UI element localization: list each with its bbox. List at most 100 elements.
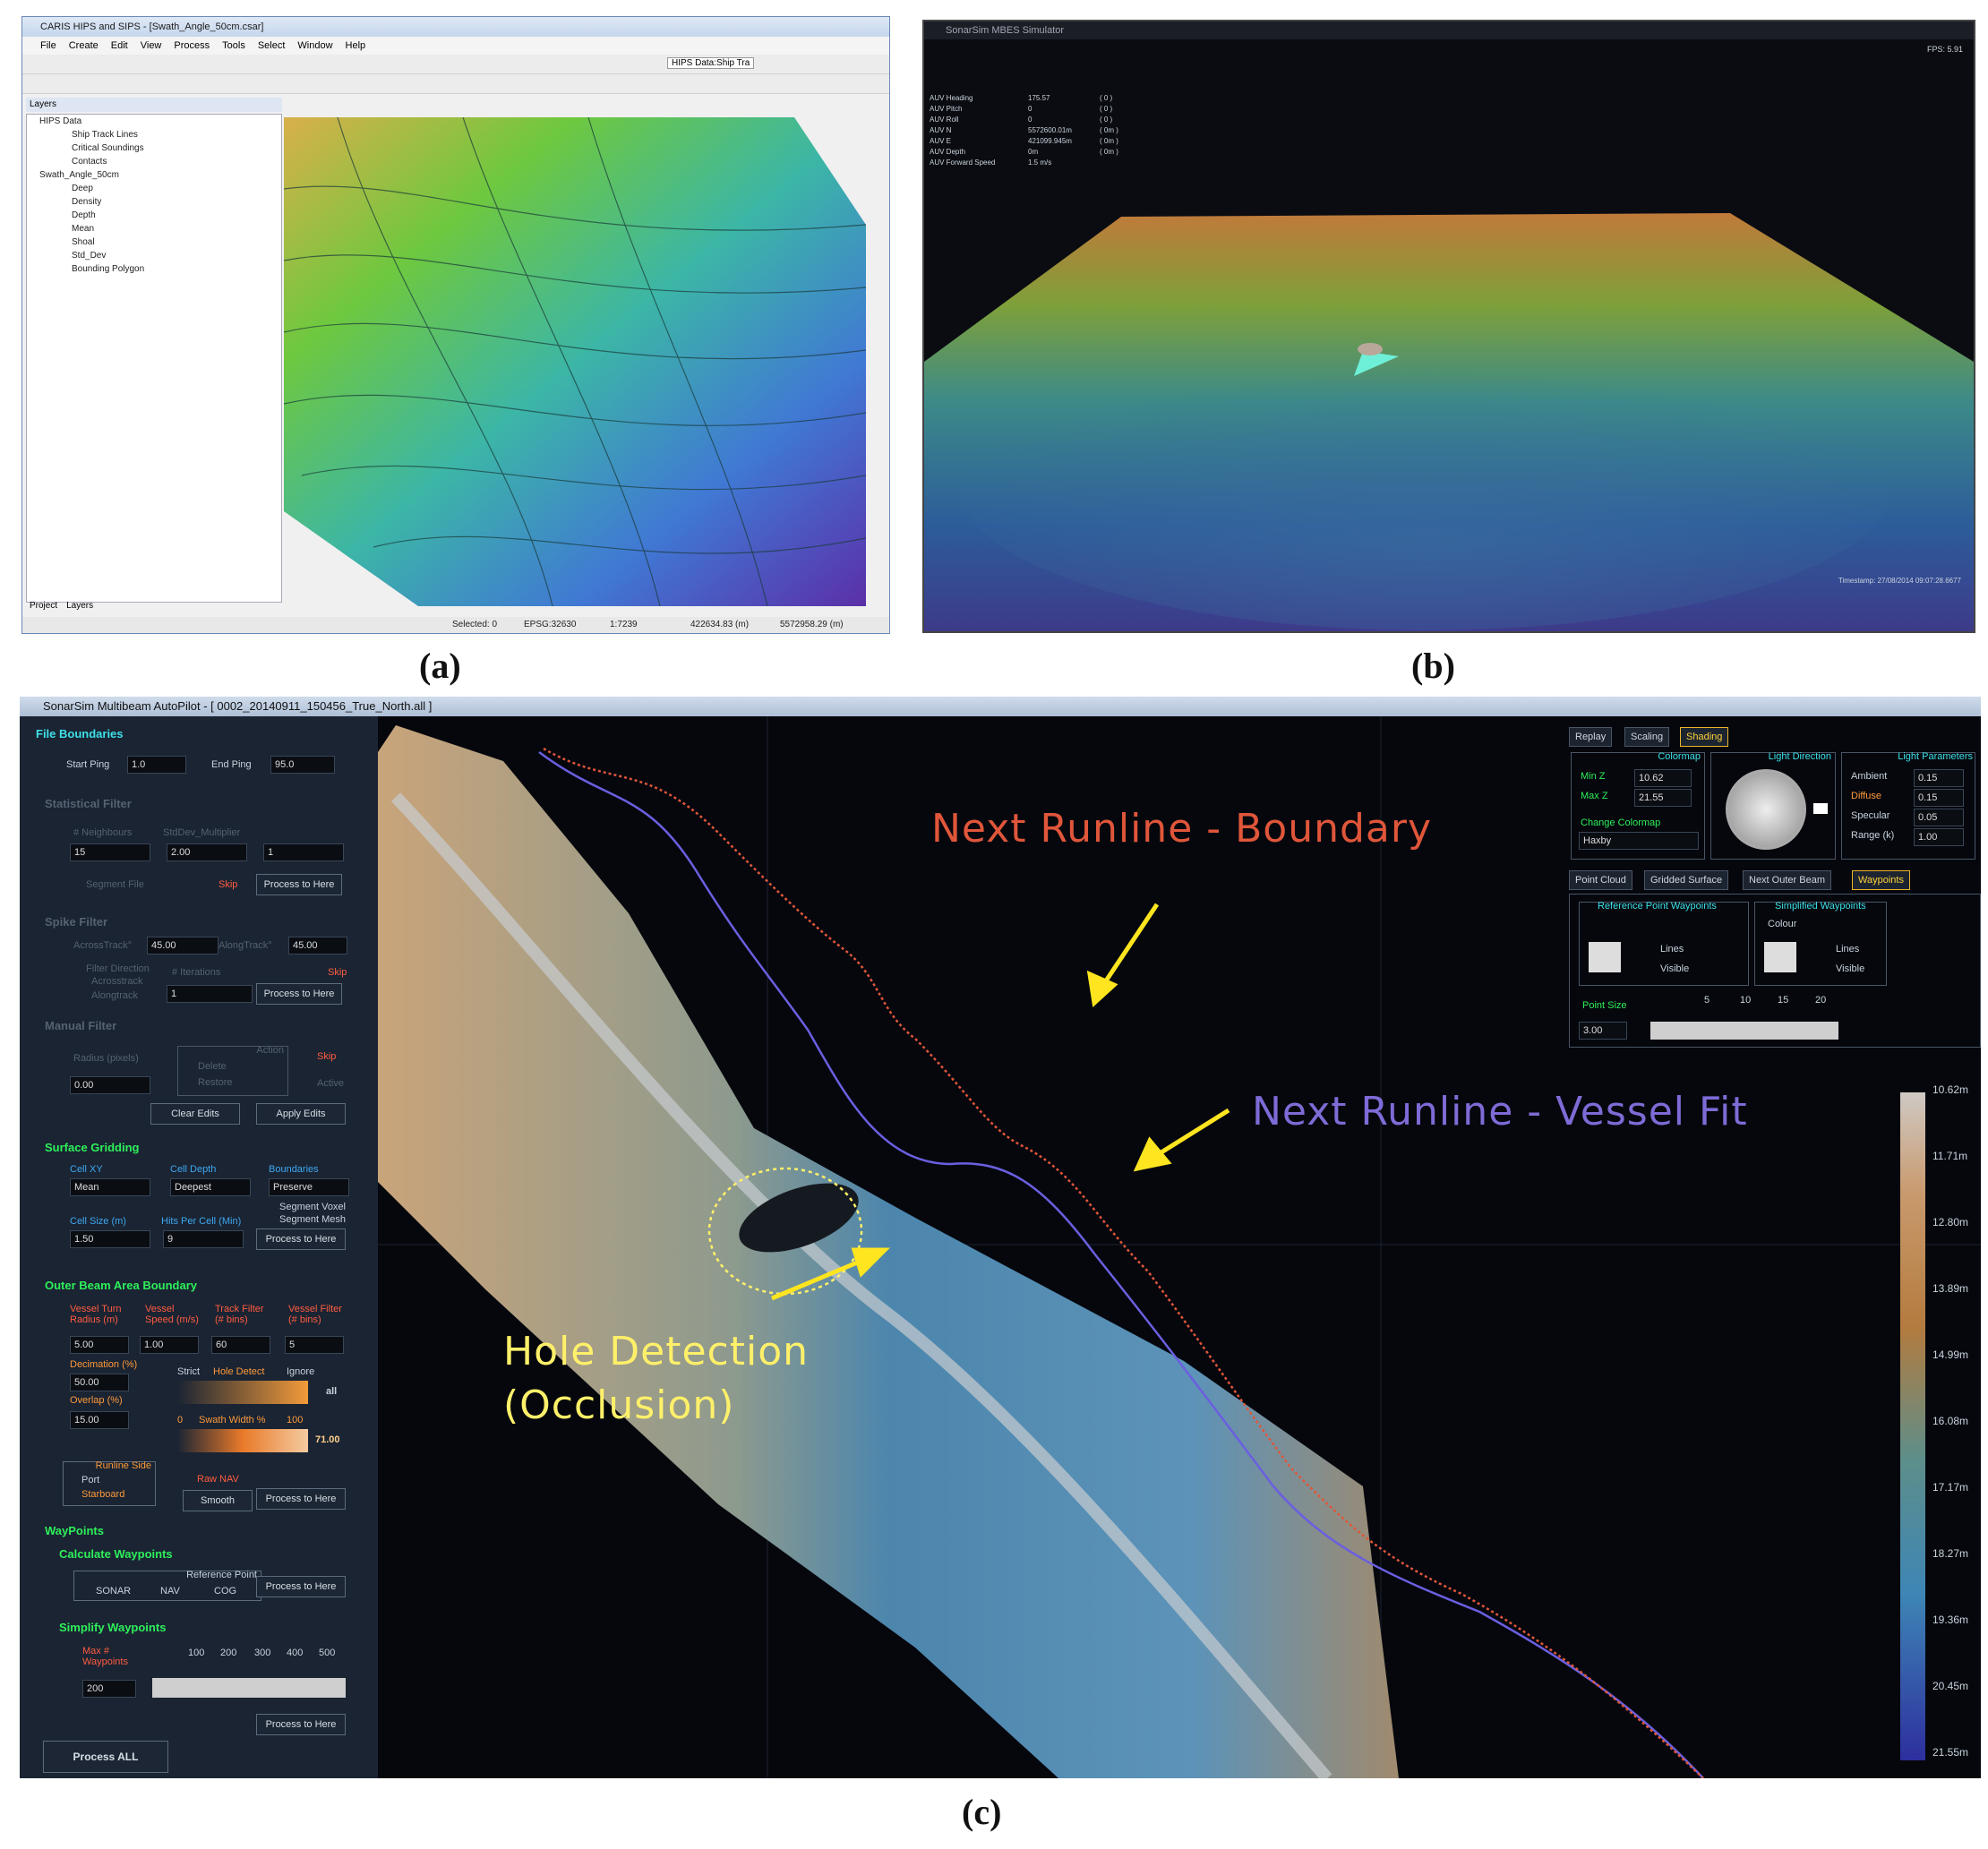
overlap-input[interactable]: 15.00 — [70, 1411, 129, 1429]
simp-color-picker-icon[interactable] — [1764, 942, 1796, 972]
menu-tools[interactable]: Tools — [222, 37, 245, 55]
diffuse-input[interactable]: 0.15 — [1914, 789, 1964, 807]
menu-process[interactable]: Process — [174, 37, 210, 55]
tree-item[interactable]: Critical Soundings — [27, 141, 281, 155]
start-ping-input[interactable]: 1.0 — [127, 756, 186, 774]
vessel-speed-input[interactable]: 1.00 — [140, 1336, 199, 1354]
iterations-input[interactable]: 1 — [167, 985, 253, 1003]
alongtrack-input[interactable]: 45.00 — [288, 937, 347, 954]
layer-tree: HIPS Data Ship Track Lines Critical Soun… — [26, 114, 282, 603]
bathymetry-map[interactable] — [284, 117, 866, 606]
vessel-filter-input[interactable]: 5 — [285, 1336, 344, 1354]
tree-item[interactable]: Mean — [27, 222, 281, 235]
tab-gridded-surface[interactable]: Gridded Surface — [1644, 870, 1729, 890]
depth-colorbar — [1900, 1092, 1925, 1760]
tree-item[interactable]: Density — [27, 195, 281, 209]
point-size-slider[interactable] — [1650, 1022, 1838, 1040]
tab-scaling[interactable]: Scaling — [1624, 727, 1670, 747]
status-bar: Selected: 0 EPSG:32630 1:7239 422634.83 … — [22, 617, 889, 633]
file-boundaries-header[interactable]: File Boundaries — [36, 727, 124, 740]
ref-color-picker-icon[interactable] — [1589, 942, 1621, 972]
tab-next-outer-beam[interactable]: Next Outer Beam — [1743, 870, 1831, 890]
stat-process-button[interactable]: Process to Here — [256, 874, 342, 895]
calc-waypoints-header[interactable]: Calculate Waypoints — [59, 1547, 173, 1561]
radius-input[interactable]: 0.00 — [70, 1076, 150, 1094]
tree-item[interactable]: Bounding Polygon — [27, 262, 281, 276]
tree-item[interactable]: HIPS Data — [27, 115, 281, 128]
surface-gridding-header[interactable]: Surface Gridding — [45, 1141, 139, 1154]
boundaries-select[interactable]: Preserve — [269, 1178, 349, 1196]
tree-item[interactable]: Std_Dev — [27, 249, 281, 262]
light-color-swatch[interactable] — [1813, 803, 1828, 814]
caris-window: CARIS HIPS and SIPS - [Swath_Angle_50cm.… — [21, 16, 890, 634]
process-all-button[interactable]: Process ALL — [43, 1741, 168, 1773]
gridding-process-button[interactable]: Process to Here — [256, 1228, 346, 1250]
hole-detect-slider[interactable] — [177, 1381, 308, 1404]
outer-beam-process-button[interactable]: Process to Here — [256, 1488, 346, 1510]
calc-process-button[interactable]: Process to Here — [256, 1576, 346, 1597]
acrosstrack-input[interactable]: 45.00 — [147, 937, 219, 954]
cellsize-input[interactable]: 1.50 — [70, 1230, 150, 1248]
simplify-waypoints-header[interactable]: Simplify Waypoints — [59, 1621, 166, 1634]
tab-shading[interactable]: Shading — [1680, 727, 1729, 747]
tree-item[interactable]: Shoal — [27, 235, 281, 249]
neighbours-input[interactable]: 15 — [70, 843, 150, 861]
outer-beam-header[interactable]: Outer Beam Area Boundary — [45, 1279, 197, 1292]
menu-file[interactable]: File — [40, 37, 56, 55]
light-params-group: Light Parameters Ambient 0.15 Diffuse 0.… — [1841, 751, 1975, 860]
statistical-filter-header[interactable]: Statistical Filter — [45, 797, 132, 810]
clear-edits-button[interactable]: Clear Edits — [150, 1103, 240, 1125]
tab-layers[interactable]: Layers — [66, 601, 93, 611]
tree-item[interactable]: Deep — [27, 182, 281, 195]
spike-process-button[interactable]: Process to Here — [256, 983, 342, 1005]
waypoints-header[interactable]: WayPoints — [45, 1524, 104, 1537]
colormap-select[interactable]: Haxby — [1579, 832, 1699, 850]
light-direction-dial[interactable] — [1726, 769, 1806, 850]
processing-panel: File Boundaries Start Ping 1.0 End Ping … — [20, 716, 378, 1778]
layer-combo[interactable]: HIPS Data:Ship Tra — [667, 57, 755, 69]
smooth-button[interactable]: Smooth — [183, 1490, 253, 1511]
tab-project[interactable]: Project — [30, 601, 57, 611]
turn-radius-input[interactable]: 5.00 — [70, 1336, 129, 1354]
menu-view[interactable]: View — [141, 37, 162, 55]
stat-third-input[interactable]: 1 — [263, 843, 344, 861]
autopilot-window: SonarSim Multibeam AutoPilot - [ 0002_20… — [20, 697, 1981, 1778]
menu-select[interactable]: Select — [258, 37, 286, 55]
toolbar: HIPS Data:Ship Tra — [22, 55, 889, 74]
tab-waypoints[interactable]: Waypoints — [1852, 870, 1910, 890]
tree-item[interactable]: Contacts — [27, 155, 281, 168]
simplify-process-button[interactable]: Process to Here — [256, 1714, 346, 1735]
max-waypoints-input[interactable]: 200 — [82, 1680, 136, 1698]
menu-help[interactable]: Help — [346, 37, 366, 55]
point-size-input[interactable]: 3.00 — [1579, 1022, 1627, 1040]
stddev-input[interactable]: 2.00 — [167, 843, 247, 861]
max-z-input[interactable]: 21.55 — [1634, 789, 1692, 807]
ambient-input[interactable]: 0.15 — [1914, 769, 1964, 787]
end-ping-input[interactable]: 95.0 — [270, 756, 335, 774]
track-filter-input[interactable]: 60 — [211, 1336, 270, 1354]
ref-waypoints-group: Reference Point Waypoints Lines Visible — [1579, 901, 1749, 986]
tree-item[interactable]: Depth — [27, 209, 281, 222]
tab-replay[interactable]: Replay — [1569, 727, 1613, 747]
hits-input[interactable]: 9 — [163, 1230, 244, 1248]
manual-filter-header[interactable]: Manual Filter — [45, 1019, 116, 1032]
spike-filter-header[interactable]: Spike Filter — [45, 915, 107, 929]
decimation-input[interactable]: 50.00 — [70, 1374, 129, 1391]
menu-window[interactable]: Window — [297, 37, 332, 55]
tree-item[interactable]: Swath_Angle_50cm — [27, 168, 281, 182]
menu-edit[interactable]: Edit — [111, 37, 128, 55]
menu-create[interactable]: Create — [69, 37, 99, 55]
specular-input[interactable]: 0.05 — [1914, 809, 1964, 826]
tab-point-cloud[interactable]: Point Cloud — [1569, 870, 1632, 890]
apply-edits-button[interactable]: Apply Edits — [256, 1103, 346, 1125]
seafloor-3d-view[interactable] — [924, 21, 1974, 631]
range-input[interactable]: 1.00 — [1914, 828, 1964, 846]
celldepth-select[interactable]: Deepest — [170, 1178, 251, 1196]
tree-item[interactable]: Ship Track Lines — [27, 128, 281, 141]
change-colormap-button[interactable]: Change Colormap — [1581, 817, 1660, 828]
max-waypoints-slider[interactable] — [152, 1678, 346, 1698]
swath-width-slider[interactable] — [177, 1429, 308, 1452]
min-z-input[interactable]: 10.62 — [1634, 769, 1692, 787]
window-title: SonarSim Multibeam AutoPilot - [ 0002_20… — [20, 697, 1981, 716]
cellxy-select[interactable]: Mean — [70, 1178, 150, 1196]
